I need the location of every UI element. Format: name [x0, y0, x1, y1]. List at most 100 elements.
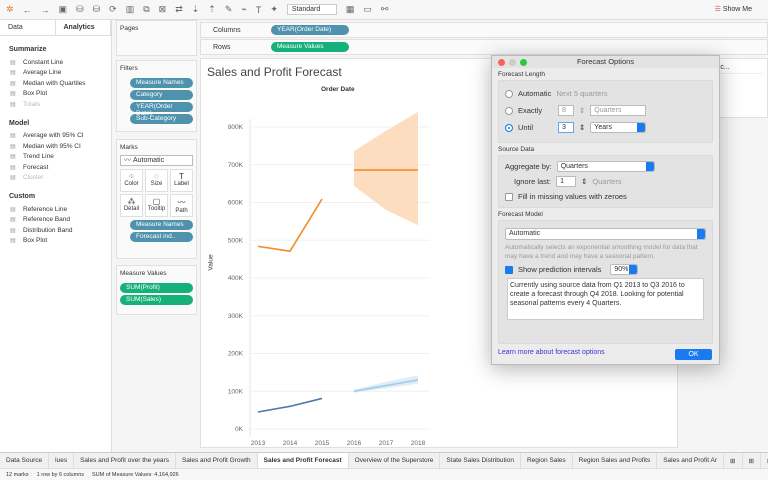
- show-me-button[interactable]: ☰ Show Me: [715, 5, 752, 13]
- marks-tooltip-button[interactable]: ▢ Tooltip: [145, 194, 168, 217]
- pill-sum-sales[interactable]: SUM(Sales): [120, 295, 193, 305]
- clear-icon[interactable]: ⊠: [159, 4, 167, 15]
- fill-zeroes-checkbox[interactable]: [505, 192, 513, 201]
- analytics-item-reference-band[interactable]: ▤ Reference Band: [10, 215, 111, 226]
- until-unit-select[interactable]: Years: [590, 122, 647, 133]
- label-icon[interactable]: T: [256, 5, 262, 15]
- pill-measure-names[interactable]: Measure Names: [130, 220, 193, 230]
- tableau-logo-icon[interactable]: ✲: [6, 4, 14, 15]
- analytics-item-average-with-95-ci[interactable]: ▤ Average with 95% CI: [10, 131, 111, 142]
- until-input[interactable]: 3: [558, 122, 574, 133]
- analytics-item-constant-line[interactable]: ▤ Constant Line: [10, 57, 111, 68]
- analytics-item-average-line[interactable]: ▤ Average Line: [10, 68, 111, 79]
- sheet-tab-sales-and-profit-over-the-years[interactable]: Sales and Profit over the years: [74, 453, 176, 468]
- new-datasource-icon[interactable]: ⛁: [76, 4, 84, 15]
- columns-shelf[interactable]: Columns YEAR(Order Date): [200, 22, 768, 38]
- exactly-input[interactable]: 8: [558, 105, 574, 116]
- prediction-intervals-select[interactable]: 90%: [610, 264, 639, 275]
- analytics-item-cluster[interactable]: ▤ Cluster: [10, 173, 111, 184]
- save-icon[interactable]: ▣: [59, 4, 68, 15]
- new-worksheet-icon[interactable]: ⊞: [724, 453, 743, 468]
- forecast-summary: Currently using source data from Q1 2013…: [507, 278, 704, 320]
- share-icon[interactable]: ⚯: [381, 4, 389, 15]
- mark-type-select[interactable]: 〰 Automatic: [120, 155, 193, 166]
- x-tick-label: 2017: [379, 440, 394, 447]
- until-radio[interactable]: [505, 123, 513, 132]
- swap-icon[interactable]: ⇄: [175, 4, 183, 15]
- sort-desc-icon[interactable]: ⇡: [208, 4, 216, 15]
- columns-pill[interactable]: YEAR(Order Date): [271, 25, 349, 35]
- new-story-icon[interactable]: ⊞: [761, 453, 768, 468]
- new-sheet-icon[interactable]: ▥: [126, 4, 135, 15]
- exactly-radio[interactable]: [505, 106, 513, 115]
- pause-icon[interactable]: ⛁: [93, 4, 101, 15]
- new-dashboard-icon[interactable]: ⊞: [743, 453, 761, 468]
- analytics-item-median-with-95-ci[interactable]: ▤ Median with 95% CI: [10, 141, 111, 152]
- sheet-tab-region-sales-and-profits[interactable]: Region Sales and Profits: [573, 453, 658, 468]
- prediction-intervals-checkbox[interactable]: [505, 265, 513, 274]
- tab-data[interactable]: Data: [0, 20, 55, 35]
- sheet-tab-sales-and-profit-growth[interactable]: Sales and Profit Growth: [176, 453, 258, 468]
- pill-measure-names[interactable]: Measure Names: [130, 78, 193, 88]
- ignore-last-input[interactable]: 1: [556, 176, 577, 187]
- profit_actual-line[interactable]: [257, 397, 323, 413]
- analytics-item-totals[interactable]: ▤ Totals: [10, 99, 111, 110]
- highlight-icon[interactable]: ✎: [225, 4, 233, 15]
- marks-label-button[interactable]: T Label: [170, 169, 193, 192]
- exactly-unit-select[interactable]: Quarters: [590, 105, 647, 116]
- until-option[interactable]: Until 3 ⇕ Years: [499, 119, 712, 136]
- ignore-last-stepper[interactable]: ⇕: [581, 177, 587, 186]
- attach-icon[interactable]: ⌁: [241, 4, 246, 15]
- marks-size-button[interactable]: ◌ Size: [145, 169, 168, 192]
- ok-button[interactable]: OK: [675, 349, 712, 360]
- forward-icon[interactable]: →: [41, 5, 50, 15]
- sales_actual-line[interactable]: [257, 198, 323, 253]
- model-select[interactable]: Automatic: [505, 228, 706, 240]
- sheet-tab-overview-of-the-superstore[interactable]: Overview of the Superstore: [349, 453, 441, 468]
- exactly-stepper[interactable]: ⇕: [579, 106, 585, 115]
- sheet-tab-sales-and-profit-ar[interactable]: Sales and Profit Ar: [657, 453, 725, 468]
- duplicate-icon[interactable]: ⧉: [143, 4, 149, 15]
- close-icon[interactable]: [498, 58, 505, 66]
- sort-asc-icon[interactable]: ⇣: [192, 4, 200, 15]
- analytics-item-box-plot[interactable]: ▤ Box Plot: [10, 236, 111, 247]
- automatic-radio[interactable]: [505, 89, 513, 98]
- pages-card[interactable]: Pages: [116, 20, 197, 56]
- fit-select[interactable]: Standard: [286, 4, 337, 15]
- pill-year-order-date[interactable]: YEAR(Order Date): [130, 102, 193, 117]
- exactly-option[interactable]: Exactly 8 ⇕ Quarters: [499, 102, 712, 119]
- analytics-item-median-with-quartiles[interactable]: ▤ Median with Quartiles: [10, 78, 111, 89]
- sheet-tab-state-sales-distribution[interactable]: State Sales Distribution: [440, 453, 521, 468]
- marks-detail-button[interactable]: ⁂ Detail: [120, 194, 143, 217]
- tab-analytics[interactable]: Analytics: [54, 20, 111, 35]
- rows-label: Rows: [213, 43, 231, 51]
- marks-path-button[interactable]: 〰 Path: [170, 194, 193, 217]
- analytics-item-distribution-band[interactable]: ▤ Distribution Band: [10, 225, 111, 236]
- sheet-tab-lues[interactable]: lues: [49, 453, 75, 468]
- until-stepper[interactable]: ⇕: [579, 123, 585, 132]
- analytics-item-forecast[interactable]: ▤ Forecast: [10, 162, 111, 173]
- sheet-tab-region-sales[interactable]: Region Sales: [521, 453, 573, 468]
- presentation-icon[interactable]: ▭: [363, 4, 372, 15]
- rows-pill[interactable]: Measure Values: [271, 42, 349, 52]
- sheet-tab-sales-and-profit-forecast[interactable]: Sales and Profit Forecast: [257, 453, 349, 468]
- pill-forecast-ind[interactable]: Forecast ind..: [130, 232, 193, 242]
- back-icon[interactable]: ←: [23, 5, 32, 15]
- sheet-tab-data-source[interactable]: Data Source: [0, 453, 50, 468]
- automatic-option[interactable]: Automatic Next 5 quarters: [499, 85, 712, 102]
- marks-color-button[interactable]: ⁘ Color: [120, 169, 143, 192]
- aggregate-select[interactable]: Quarters: [556, 161, 655, 172]
- analytics-item-reference-line[interactable]: ▤ Reference Line: [10, 204, 111, 215]
- pill-sum-profit[interactable]: SUM(Profit): [120, 283, 193, 293]
- pill-category[interactable]: Category: [130, 90, 193, 100]
- analytics-item-box-plot[interactable]: ▤ Box Plot: [10, 89, 111, 100]
- cards-icon[interactable]: ▦: [346, 4, 355, 15]
- forecast-options-dialog: Forecast Options Forecast Length Automat…: [491, 55, 720, 365]
- analytics-item-label: Constant Line: [23, 58, 64, 66]
- zoom-icon[interactable]: [520, 58, 527, 66]
- rows-shelf[interactable]: Rows Measure Values: [200, 39, 768, 55]
- refresh-icon[interactable]: ⟳: [109, 4, 117, 15]
- pill-sub-category[interactable]: Sub-Category: [130, 114, 193, 124]
- analytics-item-trend-line[interactable]: ▤ Trend Line: [10, 152, 111, 163]
- pin-icon[interactable]: ✦: [270, 4, 278, 15]
